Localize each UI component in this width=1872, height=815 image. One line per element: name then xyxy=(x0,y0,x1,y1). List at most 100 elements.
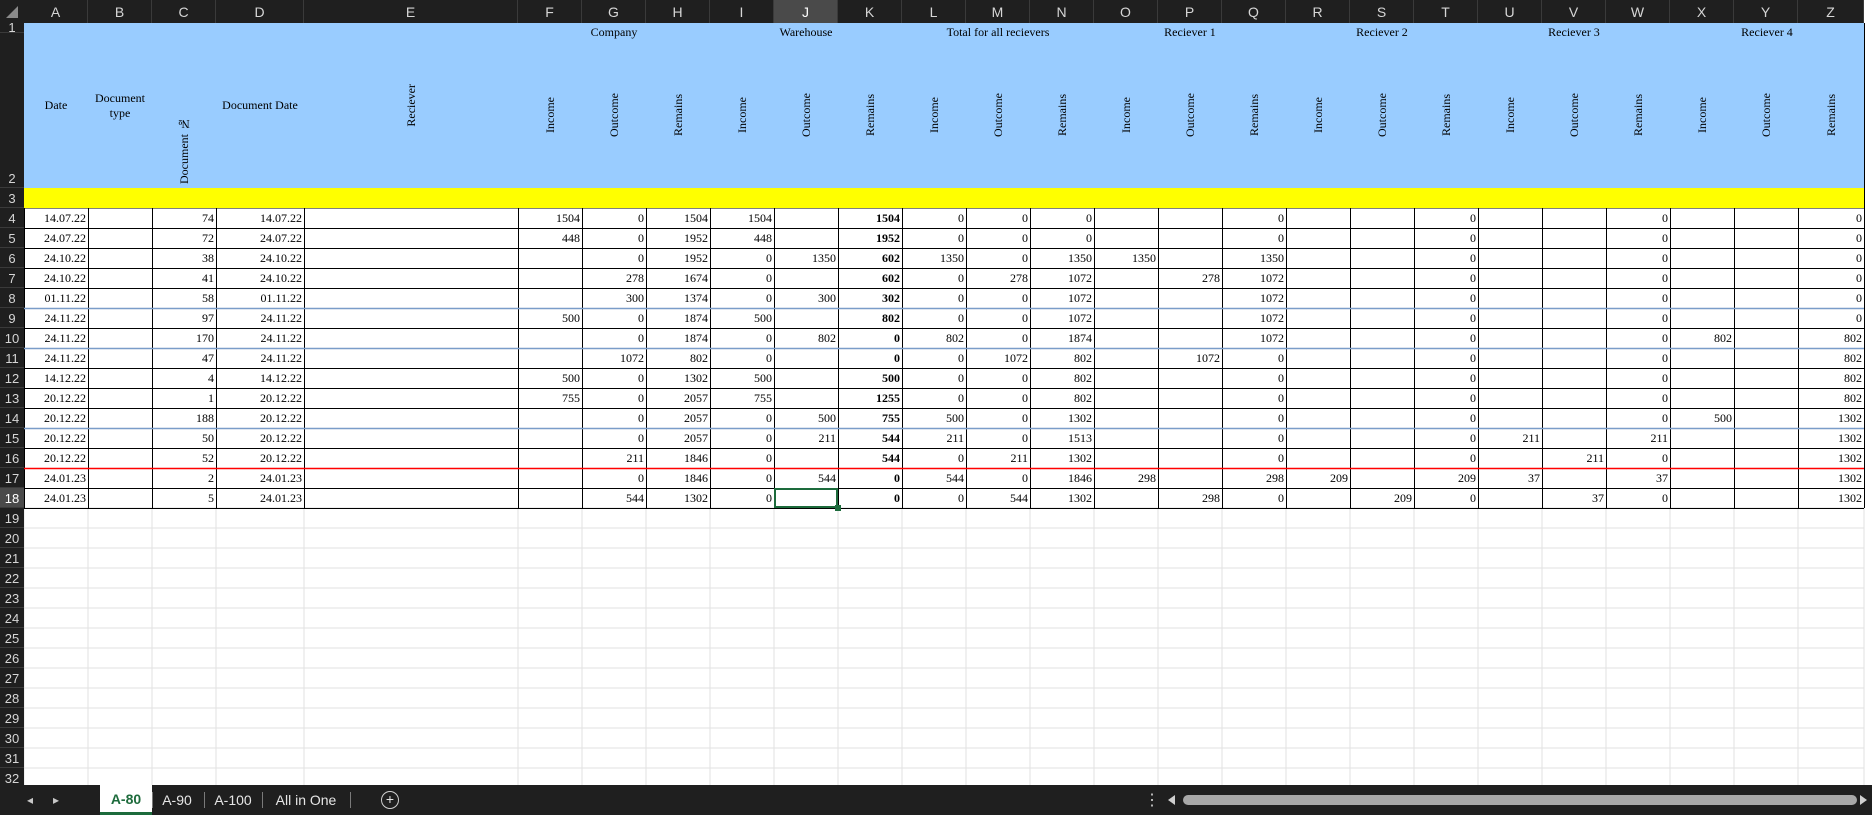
cell-l5[interactable]: 0 xyxy=(902,228,966,248)
cell-t4[interactable]: 0 xyxy=(1414,208,1478,228)
tab-all-in-one[interactable]: All in One xyxy=(266,785,346,815)
header-document-no[interactable]: Document № xyxy=(152,23,216,188)
cell-n9[interactable]: 1072 xyxy=(1030,308,1094,328)
cell-q4[interactable]: 0 xyxy=(1222,208,1286,228)
cell-h17[interactable]: 1846 xyxy=(646,468,710,488)
cell-g4[interactable]: 0 xyxy=(582,208,646,228)
cell-n8[interactable]: 1072 xyxy=(1030,288,1094,308)
column-header-t[interactable]: T xyxy=(1414,0,1478,23)
header-document-date[interactable]: Document Date xyxy=(216,23,304,188)
row-header-6[interactable]: 6 xyxy=(0,248,24,268)
cell-w6[interactable]: 0 xyxy=(1606,248,1670,268)
cell-d4[interactable]: 14.07.22 xyxy=(216,208,304,228)
cell-n15[interactable]: 1513 xyxy=(1030,428,1094,448)
cell-t15[interactable]: 0 xyxy=(1414,428,1478,448)
cell-r17[interactable]: 209 xyxy=(1286,468,1350,488)
cell-a6[interactable]: 24.10.22 xyxy=(24,248,88,268)
cell-i13[interactable]: 755 xyxy=(710,388,774,408)
subheader-r[interactable]: Income xyxy=(1286,41,1350,188)
group-header-reciever-1[interactable]: Reciever 1 xyxy=(1094,23,1286,39)
subheader-k[interactable]: Remains xyxy=(838,41,902,188)
column-header-v[interactable]: V xyxy=(1542,0,1606,23)
cell-l6[interactable]: 1350 xyxy=(902,248,966,268)
subheader-m[interactable]: Outcome xyxy=(966,41,1030,188)
cell-h16[interactable]: 1846 xyxy=(646,448,710,468)
cell-j10[interactable]: 802 xyxy=(774,328,838,348)
cell-m18[interactable]: 544 xyxy=(966,488,1030,508)
cell-m8[interactable]: 0 xyxy=(966,288,1030,308)
row-header-26[interactable]: 26 xyxy=(0,648,24,668)
cell-a12[interactable]: 14.12.22 xyxy=(24,368,88,388)
cell-x14[interactable]: 500 xyxy=(1670,408,1734,428)
cell-t16[interactable]: 0 xyxy=(1414,448,1478,468)
row-header-3[interactable]: 3 xyxy=(0,188,24,208)
cell-v18[interactable]: 37 xyxy=(1542,488,1606,508)
cell-w15[interactable]: 211 xyxy=(1606,428,1670,448)
cell-m12[interactable]: 0 xyxy=(966,368,1030,388)
cell-g18[interactable]: 544 xyxy=(582,488,646,508)
cell-g14[interactable]: 0 xyxy=(582,408,646,428)
next-sheet-icon[interactable]: ▸ xyxy=(44,785,68,815)
cell-n10[interactable]: 1874 xyxy=(1030,328,1094,348)
row-header-7[interactable]: 7 xyxy=(0,268,24,288)
row-header-13[interactable]: 13 xyxy=(0,388,24,408)
subheader-v[interactable]: Outcome xyxy=(1542,41,1606,188)
cell-q15[interactable]: 0 xyxy=(1222,428,1286,448)
cell-p11[interactable]: 1072 xyxy=(1158,348,1222,368)
cell-z15[interactable]: 1302 xyxy=(1798,428,1864,448)
cell-v16[interactable]: 211 xyxy=(1542,448,1606,468)
cell-k17[interactable]: 0 xyxy=(838,468,902,488)
cell-m14[interactable]: 0 xyxy=(966,408,1030,428)
cell-t10[interactable]: 0 xyxy=(1414,328,1478,348)
subheader-o[interactable]: Income xyxy=(1094,41,1158,188)
cell-n13[interactable]: 802 xyxy=(1030,388,1094,408)
cell-m17[interactable]: 0 xyxy=(966,468,1030,488)
cell-c11[interactable]: 47 xyxy=(152,348,216,368)
row-header-23[interactable]: 23 xyxy=(0,588,24,608)
cell-l4[interactable]: 0 xyxy=(902,208,966,228)
cell-k10[interactable]: 0 xyxy=(838,328,902,348)
cell-n18[interactable]: 1302 xyxy=(1030,488,1094,508)
row-header-30[interactable]: 30 xyxy=(0,728,24,748)
cell-q11[interactable]: 0 xyxy=(1222,348,1286,368)
cell-h18[interactable]: 1302 xyxy=(646,488,710,508)
cell-z10[interactable]: 802 xyxy=(1798,328,1864,348)
tab-a-80[interactable]: A-80 xyxy=(100,785,152,815)
column-header-h[interactable]: H xyxy=(646,0,710,23)
cell-l18[interactable]: 0 xyxy=(902,488,966,508)
row-header-1[interactable]: 1 xyxy=(0,20,24,35)
cell-z7[interactable]: 0 xyxy=(1798,268,1864,288)
cell-m16[interactable]: 211 xyxy=(966,448,1030,468)
cell-n14[interactable]: 1302 xyxy=(1030,408,1094,428)
column-header-u[interactable]: U xyxy=(1478,0,1542,23)
cell-w17[interactable]: 37 xyxy=(1606,468,1670,488)
cell-j8[interactable]: 300 xyxy=(774,288,838,308)
column-header-r[interactable]: R xyxy=(1286,0,1350,23)
row-header-11[interactable]: 11 xyxy=(0,348,24,368)
cell-z16[interactable]: 1302 xyxy=(1798,448,1864,468)
cell-q17[interactable]: 298 xyxy=(1222,468,1286,488)
cell-g6[interactable]: 0 xyxy=(582,248,646,268)
cell-i12[interactable]: 500 xyxy=(710,368,774,388)
row-header-28[interactable]: 28 xyxy=(0,688,24,708)
group-header-reciever-4[interactable]: Reciever 4 xyxy=(1670,23,1864,39)
cell-l12[interactable]: 0 xyxy=(902,368,966,388)
cell-k7[interactable]: 602 xyxy=(838,268,902,288)
cell-i9[interactable]: 500 xyxy=(710,308,774,328)
subheader-g[interactable]: Outcome xyxy=(582,41,646,188)
cell-o17[interactable]: 298 xyxy=(1094,468,1158,488)
cell-a8[interactable]: 01.11.22 xyxy=(24,288,88,308)
cell-l16[interactable]: 0 xyxy=(902,448,966,468)
cell-h7[interactable]: 1674 xyxy=(646,268,710,288)
cell-g17[interactable]: 0 xyxy=(582,468,646,488)
cell-l17[interactable]: 544 xyxy=(902,468,966,488)
cell-z12[interactable]: 802 xyxy=(1798,368,1864,388)
cell-h10[interactable]: 1874 xyxy=(646,328,710,348)
cell-z4[interactable]: 0 xyxy=(1798,208,1864,228)
cell-h14[interactable]: 2057 xyxy=(646,408,710,428)
cell-l14[interactable]: 500 xyxy=(902,408,966,428)
cell-m4[interactable]: 0 xyxy=(966,208,1030,228)
cell-t11[interactable]: 0 xyxy=(1414,348,1478,368)
column-header-k[interactable]: K xyxy=(838,0,902,23)
cell-w4[interactable]: 0 xyxy=(1606,208,1670,228)
